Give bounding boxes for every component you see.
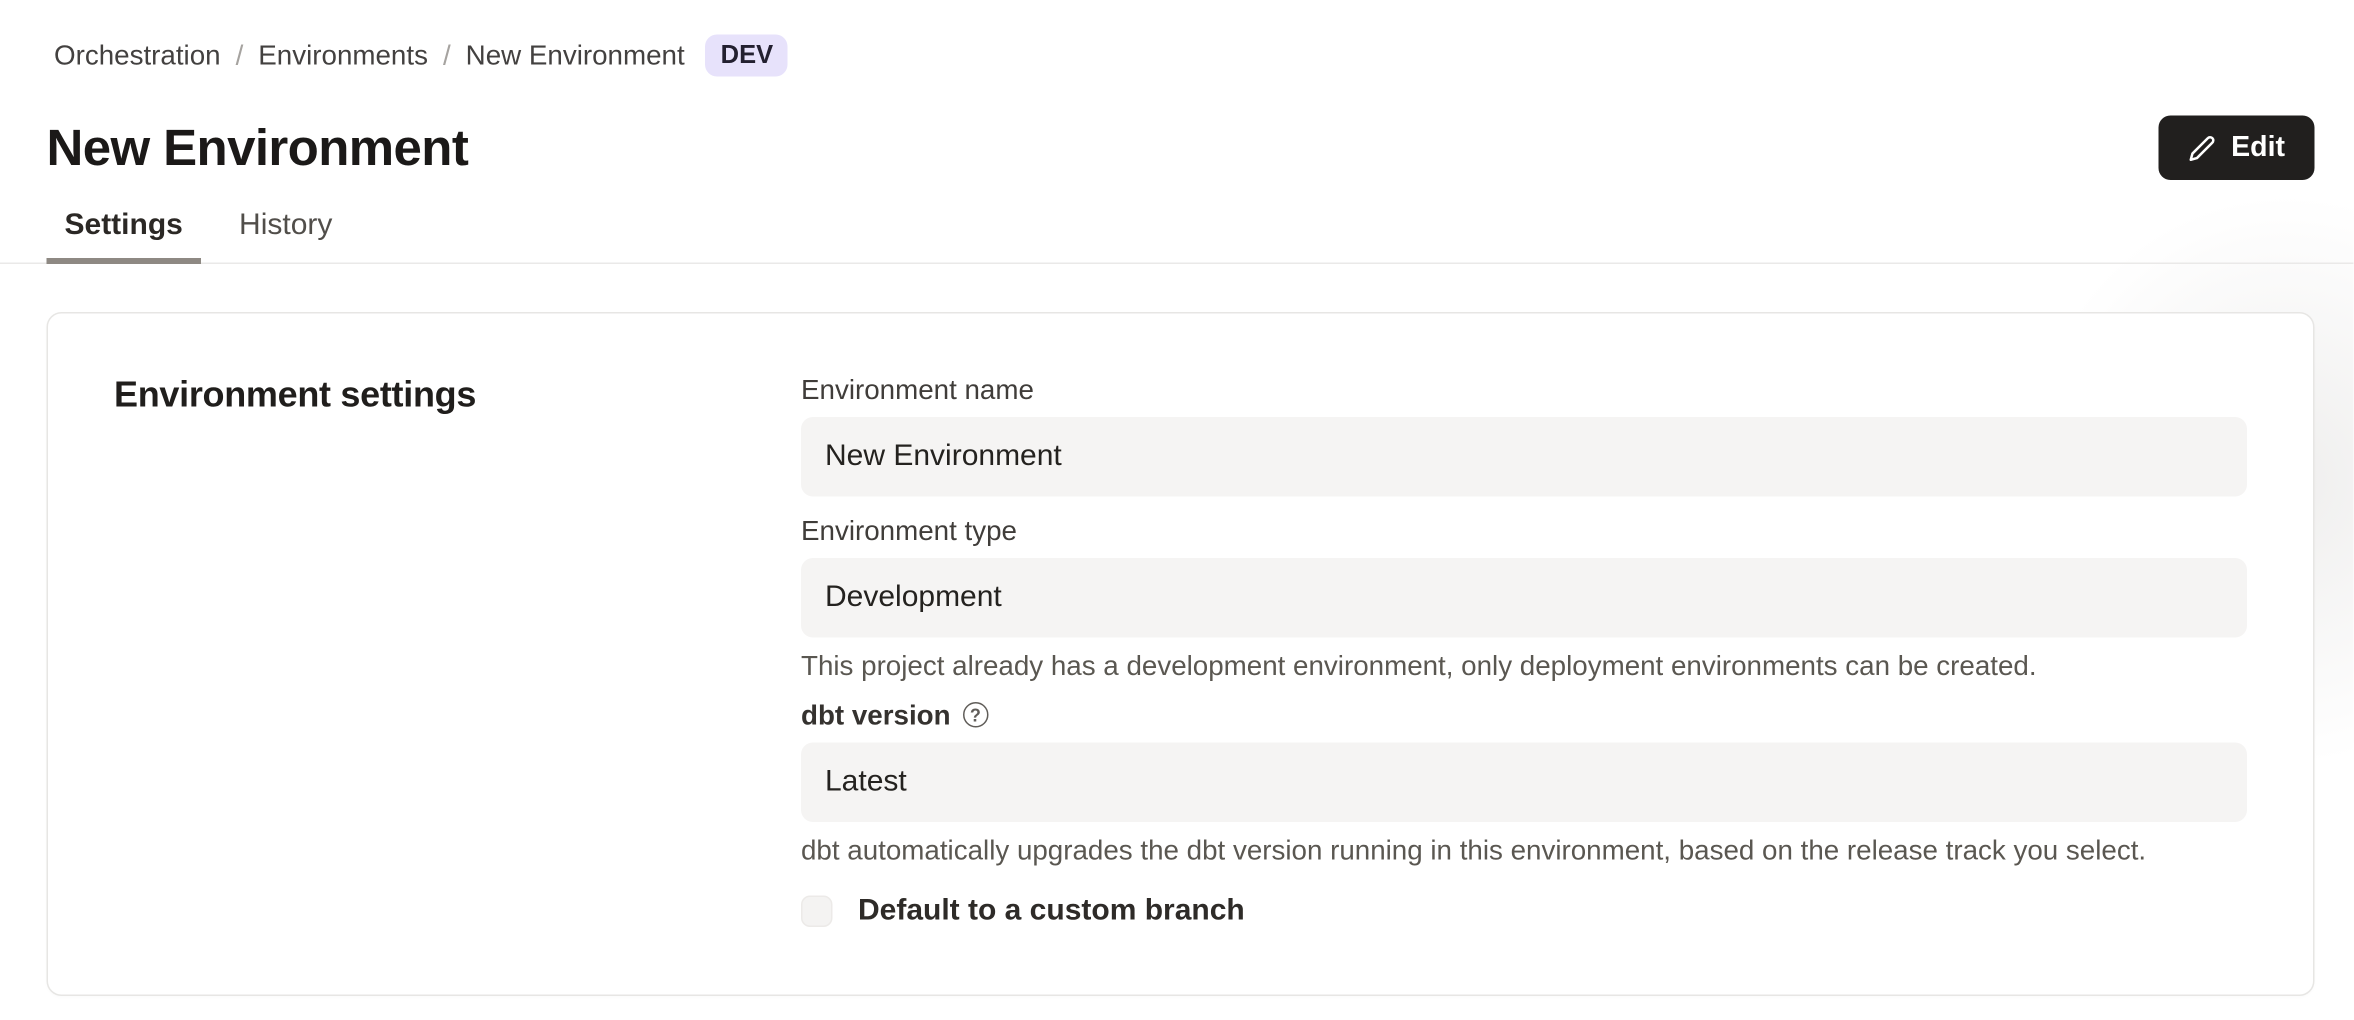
environment-name-label: Environment name (801, 374, 2247, 406)
environment-name-input[interactable] (801, 417, 2247, 497)
card-form-column: Environment name Environment type This p… (801, 374, 2247, 929)
breadcrumb-item-current: New Environment (466, 39, 685, 72)
field-environment-name: Environment name (801, 374, 2247, 497)
edit-button[interactable]: Edit (2159, 116, 2315, 181)
breadcrumb-item-orchestration[interactable]: Orchestration (54, 39, 221, 72)
breadcrumb-separator: / (236, 39, 244, 72)
dbt-version-helper-text: dbt automatically upgrades the dbt versi… (801, 834, 2247, 866)
environment-type-label: Environment type (801, 515, 2247, 547)
environment-type-helper-text: This project already has a development e… (801, 650, 2247, 682)
custom-branch-checkbox[interactable] (801, 895, 833, 927)
environment-settings-card: Environment settings Environment name En… (47, 312, 2315, 996)
field-dbt-version: dbt version ? dbt automatically upgrades… (801, 699, 2247, 866)
dbt-version-label-text: dbt version (801, 699, 951, 731)
section-heading: Environment settings (114, 374, 801, 419)
breadcrumb-item-environments[interactable]: Environments (258, 39, 428, 72)
topbar: Orchestration / Environments / New Envir… (0, 0, 2354, 77)
tab-history[interactable]: History (221, 209, 350, 265)
edit-button-label: Edit (2231, 131, 2285, 164)
field-environment-type: Environment type This project already ha… (801, 515, 2247, 682)
tab-bar: Settings History (0, 209, 2354, 265)
dbt-version-label: dbt version ? (801, 699, 2247, 731)
page-title: New Environment (47, 118, 469, 178)
help-icon[interactable]: ? (963, 702, 989, 728)
environment-dev-badge: DEV (706, 35, 788, 77)
breadcrumb: Orchestration / Environments / New Envir… (54, 35, 2315, 77)
custom-branch-label: Default to a custom branch (858, 893, 1245, 929)
dbt-version-input[interactable] (801, 743, 2247, 823)
page-header: New Environment Edit (0, 116, 2354, 181)
environment-type-input[interactable] (801, 558, 2247, 638)
breadcrumb-separator: / (443, 39, 451, 72)
custom-branch-row: Default to a custom branch (801, 893, 2247, 929)
tab-settings[interactable]: Settings (47, 209, 201, 265)
pencil-icon (2189, 134, 2216, 161)
page: Orchestration / Environments / New Envir… (0, 0, 2354, 1020)
card-left-column: Environment settings (114, 374, 801, 929)
